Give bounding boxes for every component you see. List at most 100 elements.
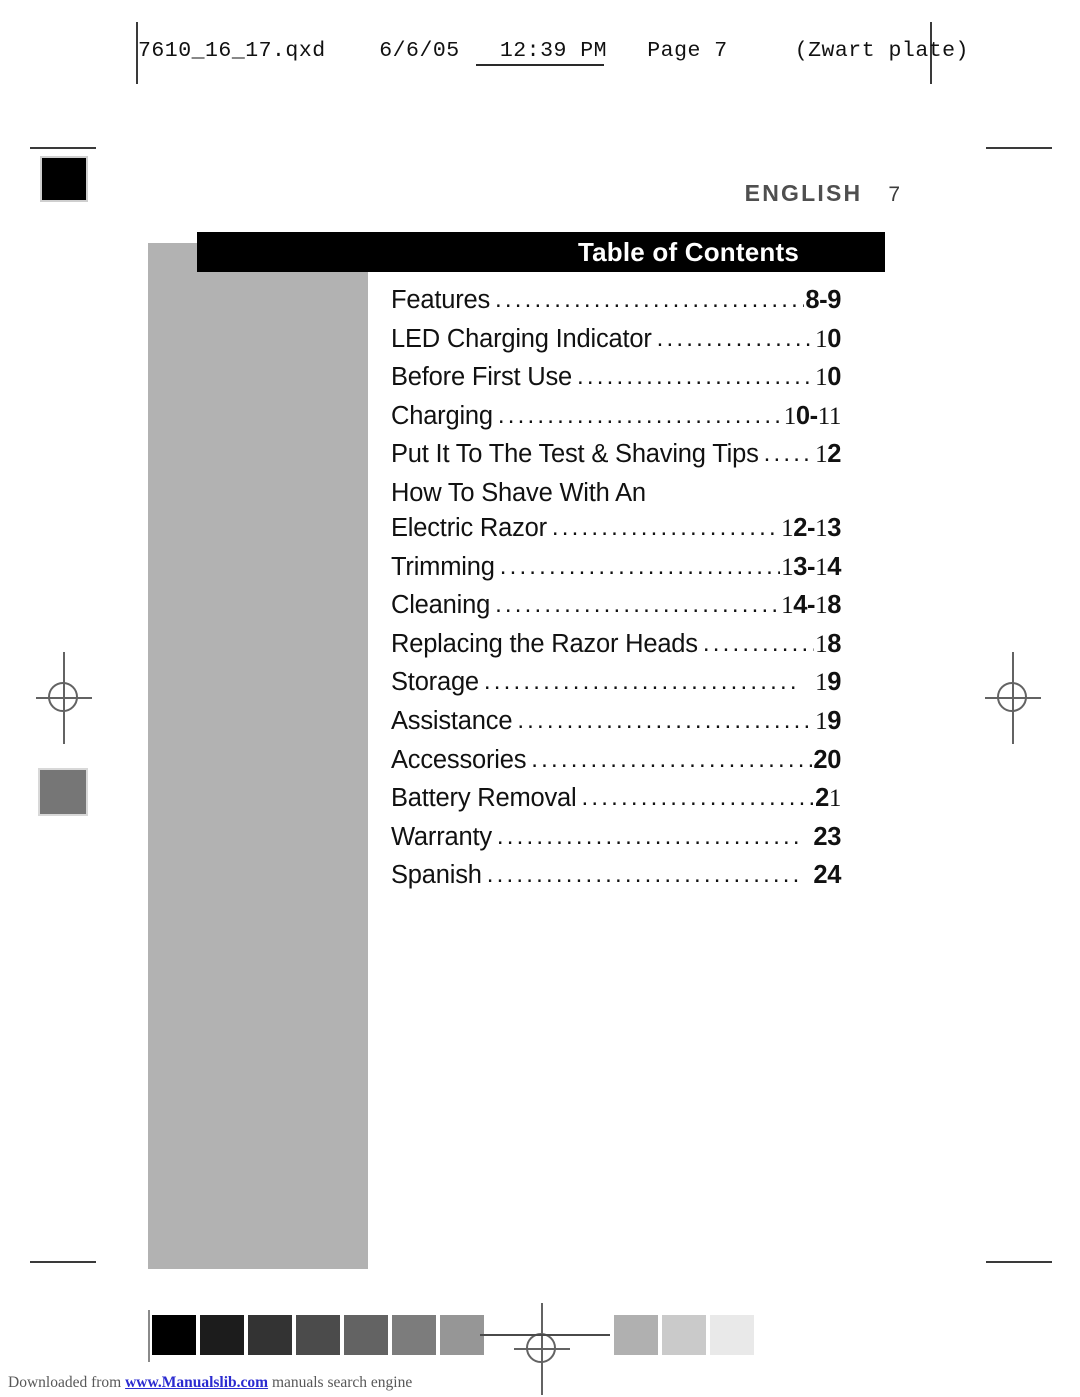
grayscale-swatch — [662, 1315, 706, 1355]
toc-entry[interactable]: Before First Use........................… — [391, 363, 841, 402]
printer-slug-line: 7610_16_17.qxd 6/6/05 12:39 PM Page 7 (Z… — [138, 39, 969, 63]
toc-entry-label: Cleaning — [391, 591, 491, 620]
slug-underline — [476, 64, 604, 66]
manualslib-link[interactable]: www.Manualslib.com — [125, 1374, 268, 1391]
grayscale-swatch — [392, 1315, 436, 1355]
toc-entry-page: 8-9 — [805, 286, 841, 314]
toc-entry-page: 12-13 — [781, 513, 841, 542]
toc-entry-label: Spanish — [391, 861, 482, 890]
toc-entry[interactable]: Spanish................................ 2… — [391, 861, 841, 900]
title-bar: Table of Contents — [197, 232, 885, 272]
scanned-page: 7610_16_17.qxd 6/6/05 12:39 PM Page 7 (Z… — [0, 0, 1080, 1397]
toc-entry-label: Charging — [391, 401, 493, 430]
toc-entry-page: 10-11 — [783, 401, 842, 430]
toc-entry[interactable]: Cleaning............................... 1… — [391, 591, 841, 630]
toc-entry[interactable]: Warranty............................... 2… — [391, 823, 841, 862]
registration-circle — [48, 682, 78, 712]
grayscale-calibration-strip-left — [152, 1315, 484, 1355]
toc-entry-label: LED Charging Indicator — [391, 324, 652, 353]
footer-suffix: manuals search engine — [268, 1374, 413, 1391]
toc-entry-label: Features — [391, 286, 491, 314]
toc-entry[interactable]: Features................................… — [391, 286, 841, 325]
toc-entry[interactable]: Put It To The Test & Shaving Tips.......… — [391, 440, 841, 479]
toc-entry[interactable]: How To Shave With An — [391, 479, 841, 514]
grayscale-swatch — [440, 1315, 484, 1355]
ink-density-patch-gray — [38, 768, 88, 816]
grayscale-swatch — [614, 1315, 658, 1355]
registration-mark-right — [985, 652, 1041, 744]
toc-entry[interactable]: Electric Razor..........................… — [391, 514, 841, 553]
toc-entry-page: 20 — [813, 745, 841, 774]
crop-mark-bottom-left — [30, 1261, 96, 1263]
toc-entry[interactable]: LED Charging Indicator..................… — [391, 325, 841, 364]
toc-entry-label: Assistance — [391, 706, 513, 735]
grayscale-swatch — [248, 1315, 292, 1355]
toc-entry-page: 12 — [815, 440, 841, 469]
toc-entry-label: Replacing the Razor Heads — [391, 629, 698, 658]
toc-dot-leader: ................... — [656, 324, 815, 352]
toc-entry-label: Storage — [391, 668, 479, 697]
toc-dot-leader: ............................... — [497, 401, 783, 429]
registration-circle — [997, 682, 1027, 712]
toc-entry[interactable]: Storage................................ 1… — [391, 668, 841, 707]
toc-entry-label: Warranty — [391, 822, 492, 851]
toc-dot-leader: ........................... — [577, 363, 814, 391]
toc-entry[interactable]: Battery Removal.........................… — [391, 784, 841, 823]
registration-circle — [526, 1333, 556, 1363]
grayscale-swatch — [344, 1315, 388, 1355]
grayscale-swatch — [710, 1315, 754, 1355]
registration-mark-bottom — [514, 1303, 570, 1395]
toc-entry-page: 23 — [813, 822, 841, 851]
toc-entry-page: 19 — [815, 706, 841, 735]
toc-entry-page: 19 — [815, 668, 841, 697]
toc-dot-leader: ............................... — [496, 822, 803, 850]
page-title: Table of Contents — [577, 237, 799, 267]
running-head-language: ENGLISH — [744, 180, 863, 206]
toc-dot-leader: .............................. — [517, 706, 814, 734]
running-head: ENGLISH 7 — [600, 180, 900, 207]
manualslib-footer: Downloaded from www.Manualslib.com manua… — [8, 1374, 412, 1392]
grayscale-swatch — [200, 1315, 244, 1355]
toc-dot-leader: ............... — [702, 629, 814, 657]
toc-entry-label: Accessories — [391, 745, 527, 774]
toc-entry-page: 10 — [815, 324, 841, 353]
toc-dot-leader: ................................ — [486, 861, 803, 889]
registration-mark-left — [36, 652, 92, 744]
footer-prefix: Downloaded from — [8, 1374, 126, 1391]
toc-entry[interactable]: Accessories.............................… — [391, 746, 841, 785]
crop-mark-top-left — [30, 147, 96, 149]
decorative-grey-block — [148, 243, 368, 1269]
toc-entry-page: 24 — [813, 861, 841, 890]
toc-dot-leader: ............................... — [499, 552, 781, 580]
toc-entry-label: How To Shave With An — [391, 478, 646, 507]
toc-entry[interactable]: Trimming............................... 1… — [391, 553, 841, 592]
calibration-crosshair-line — [480, 1334, 610, 1336]
toc-entry-label: Battery Removal — [391, 784, 577, 813]
toc-dot-leader: ............................... — [495, 591, 781, 619]
toc-entry-page: 10 — [815, 363, 841, 392]
toc-entry[interactable]: Assistance..............................… — [391, 707, 841, 746]
toc-dot-leader: ................................ — [483, 668, 800, 696]
toc-dot-leader: ................................. — [495, 286, 805, 313]
crop-mark-bottom-right — [986, 1261, 1052, 1263]
grayscale-swatch — [296, 1315, 340, 1355]
toc-entry-label: Electric Razor — [391, 513, 547, 542]
calibration-strip-rule — [148, 1310, 150, 1362]
toc-entry-page: 21 — [815, 784, 841, 813]
toc-entry-label: Trimming — [391, 552, 495, 581]
table-of-contents: Features................................… — [391, 286, 841, 900]
toc-entry[interactable]: Charging............................... 1… — [391, 402, 841, 441]
ink-density-patch-black — [40, 156, 88, 202]
toc-dot-leader: ......................... — [581, 784, 815, 812]
crop-mark-top-right — [986, 147, 1052, 149]
toc-entry-page: 18 — [815, 629, 841, 658]
grayscale-swatch — [152, 1315, 196, 1355]
toc-dot-leader: ............................. — [531, 745, 813, 773]
toc-entry-page: 13-14 — [781, 552, 841, 581]
toc-dot-leader: ......... — [763, 440, 814, 468]
toc-entry-page: 14-18 — [781, 591, 841, 620]
toc-entry[interactable]: Replacing the Razor Heads...............… — [391, 630, 841, 669]
grayscale-calibration-strip-right — [614, 1315, 754, 1355]
page-number: 7 — [888, 183, 900, 206]
toc-entry-label: Put It To The Test & Shaving Tips — [391, 440, 759, 469]
